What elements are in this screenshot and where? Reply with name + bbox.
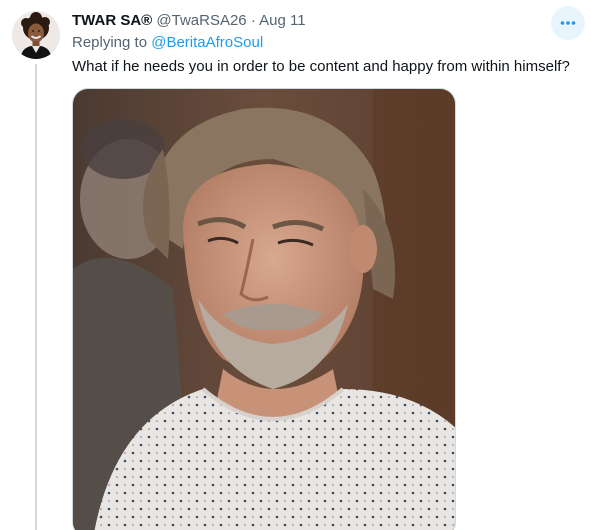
photo-image: [73, 89, 455, 530]
tweet-photo[interactable]: [72, 88, 456, 530]
user-handle[interactable]: @TwaRSA26: [156, 12, 246, 29]
tweet-date[interactable]: Aug 11: [259, 12, 305, 29]
display-name[interactable]: TWAR SA®: [72, 12, 152, 29]
avatar-image: [12, 11, 60, 59]
separator-dot: ·: [250, 12, 256, 29]
more-horizontal-icon: [560, 21, 576, 25]
replying-prefix: Replying to: [72, 34, 152, 51]
avatar[interactable]: [12, 11, 60, 59]
replying-to-link[interactable]: @BeritaAfroSoul: [151, 34, 263, 51]
more-options-button[interactable]: [551, 6, 585, 40]
tweet[interactable]: TWAR SA® @TwaRSA26 · Aug 11 Replying to …: [0, 0, 591, 530]
replying-to: Replying to @BeritaAfroSoul: [72, 33, 263, 53]
tweet-header: TWAR SA® @TwaRSA26 · Aug 11: [72, 11, 306, 31]
thread-line: [35, 64, 37, 530]
tweet-text: What if he needs you in order to be cont…: [72, 58, 570, 75]
